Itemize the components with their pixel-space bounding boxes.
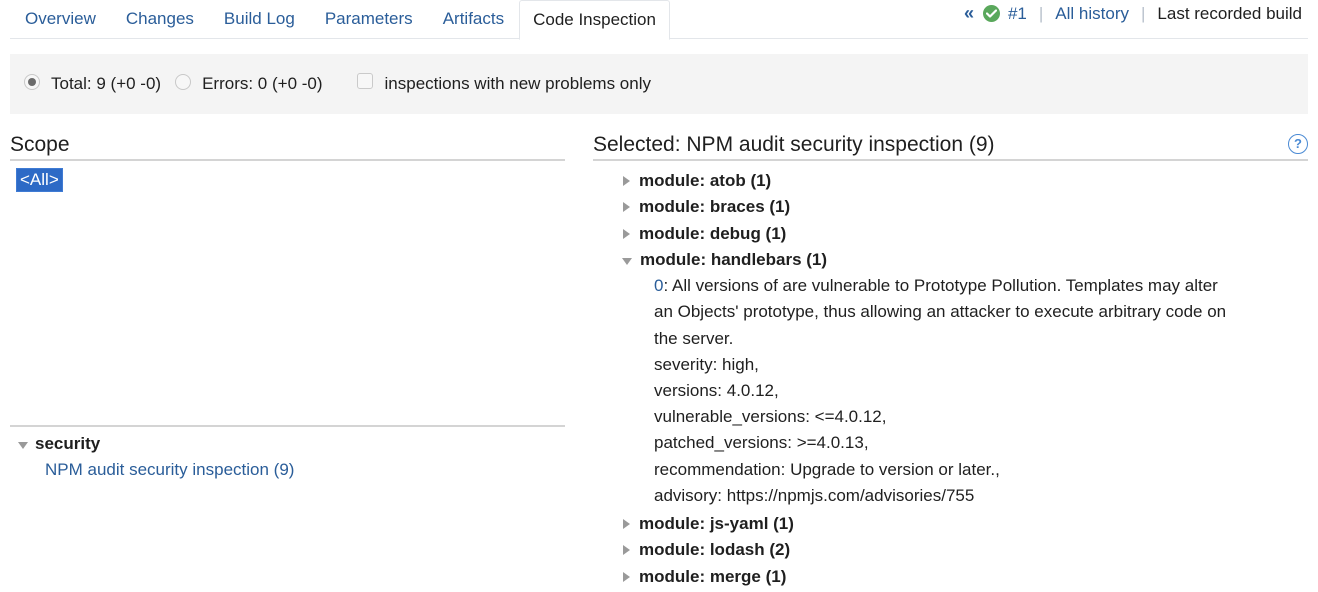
build-navigation: « #1 | All history | Last recorded build xyxy=(964,3,1302,24)
expand-triangle-icon[interactable] xyxy=(622,257,632,265)
total-filter-option[interactable]: Total: 9 (+0 -0) xyxy=(24,74,161,94)
collapse-triangle-icon[interactable] xyxy=(623,176,630,187)
collapse-triangle-icon[interactable] xyxy=(623,545,630,556)
selected-inspection-title: Selected: NPM audit security inspection … xyxy=(593,133,1308,161)
last-recorded-build-label: Last recorded build xyxy=(1157,3,1302,23)
build-number-link[interactable]: #1 xyxy=(1008,4,1027,24)
help-icon[interactable]: ? xyxy=(1288,134,1308,154)
total-radio[interactable] xyxy=(24,74,40,90)
module-row-lodash[interactable]: module: lodash (2) xyxy=(623,537,1313,563)
tab-parameters[interactable]: Parameters xyxy=(310,0,428,39)
inspection-link-npm-audit[interactable]: NPM audit security inspection (9) xyxy=(45,460,294,480)
module-row-atob[interactable]: module: atob (1) xyxy=(623,168,1313,194)
module-row-debug[interactable]: module: debug (1) xyxy=(623,221,1313,247)
module-label: module: js-yaml (1) xyxy=(639,514,794,534)
module-tree: module: atob (1) module: braces (1) modu… xyxy=(622,168,1313,590)
errors-filter-option[interactable]: Errors: 0 (+0 -0) xyxy=(175,74,323,94)
vulnerable-versions-text: vulnerable_versions: <=4.0.12, xyxy=(654,407,887,427)
filter-bar: Total: 9 (+0 -0) Errors: 0 (+0 -0) inspe… xyxy=(10,54,1308,114)
collapse-triangle-icon[interactable] xyxy=(623,228,630,239)
total-label: Total: 9 (+0 -0) xyxy=(51,74,162,93)
module-label: module: lodash (2) xyxy=(639,540,791,560)
versions-text: versions: 4.0.12, xyxy=(654,381,779,400)
separator: | xyxy=(1140,3,1146,23)
errors-label: Errors: 0 (+0 -0) xyxy=(202,74,323,93)
success-check-icon xyxy=(982,5,1000,22)
new-problems-checkbox[interactable] xyxy=(356,73,373,89)
module-row-handlebars[interactable]: module: handlebars (1) xyxy=(622,247,1313,273)
module-label: module: handlebars (1) xyxy=(640,250,828,270)
severity-text: severity: high, xyxy=(654,354,759,374)
category-security[interactable]: security xyxy=(18,434,100,454)
advisory-text: advisory: https://npmjs.com/advisories/7… xyxy=(654,485,975,505)
expand-triangle-icon[interactable] xyxy=(18,441,28,449)
recommendation-text: recommendation: Upgrade to version or la… xyxy=(654,459,1000,479)
divider xyxy=(10,425,565,427)
module-row-merge[interactable]: module: merge (1) xyxy=(623,564,1313,590)
module-label: module: debug (1) xyxy=(639,223,787,243)
module-row-braces[interactable]: module: braces (1) xyxy=(623,194,1313,220)
problem-description: : All versions of are vulnerable to Prot… xyxy=(663,276,1218,296)
module-label: module: atob (1) xyxy=(639,171,772,191)
scope-all-item[interactable]: <All> xyxy=(16,168,63,192)
problem-description-cont: the server. xyxy=(654,328,734,348)
module-label: module: merge (1) xyxy=(639,566,787,586)
tab-changes[interactable]: Changes xyxy=(111,0,209,39)
all-history-link[interactable]: All history xyxy=(1055,4,1129,24)
category-label: security xyxy=(35,434,101,453)
collapse-triangle-icon[interactable] xyxy=(623,571,630,582)
problem-detail: 0: All versions of are vulnerable to Pro… xyxy=(654,273,1313,511)
scope-title: Scope xyxy=(10,133,565,161)
patched-versions-text: patched_versions: >=4.0.13, xyxy=(654,433,869,453)
double-chevron-left-icon[interactable]: « xyxy=(964,3,974,24)
module-row-js-yaml[interactable]: module: js-yaml (1) xyxy=(623,511,1313,537)
module-label: module: braces (1) xyxy=(639,197,791,217)
collapse-triangle-icon[interactable] xyxy=(623,202,630,213)
tab-overview[interactable]: Overview xyxy=(10,0,111,39)
tab-build-log[interactable]: Build Log xyxy=(209,0,310,39)
tab-code-inspection[interactable]: Code Inspection xyxy=(519,0,670,40)
tab-artifacts[interactable]: Artifacts xyxy=(428,0,519,39)
separator: | xyxy=(1038,3,1044,23)
new-problems-label: inspections with new problems only xyxy=(384,74,651,93)
errors-radio[interactable] xyxy=(175,74,192,90)
problem-description-cont: an Objects' prototype, thus allowing an … xyxy=(654,302,1227,322)
collapse-triangle-icon[interactable] xyxy=(623,519,630,530)
new-problems-filter-option[interactable]: inspections with new problems only xyxy=(337,73,651,94)
